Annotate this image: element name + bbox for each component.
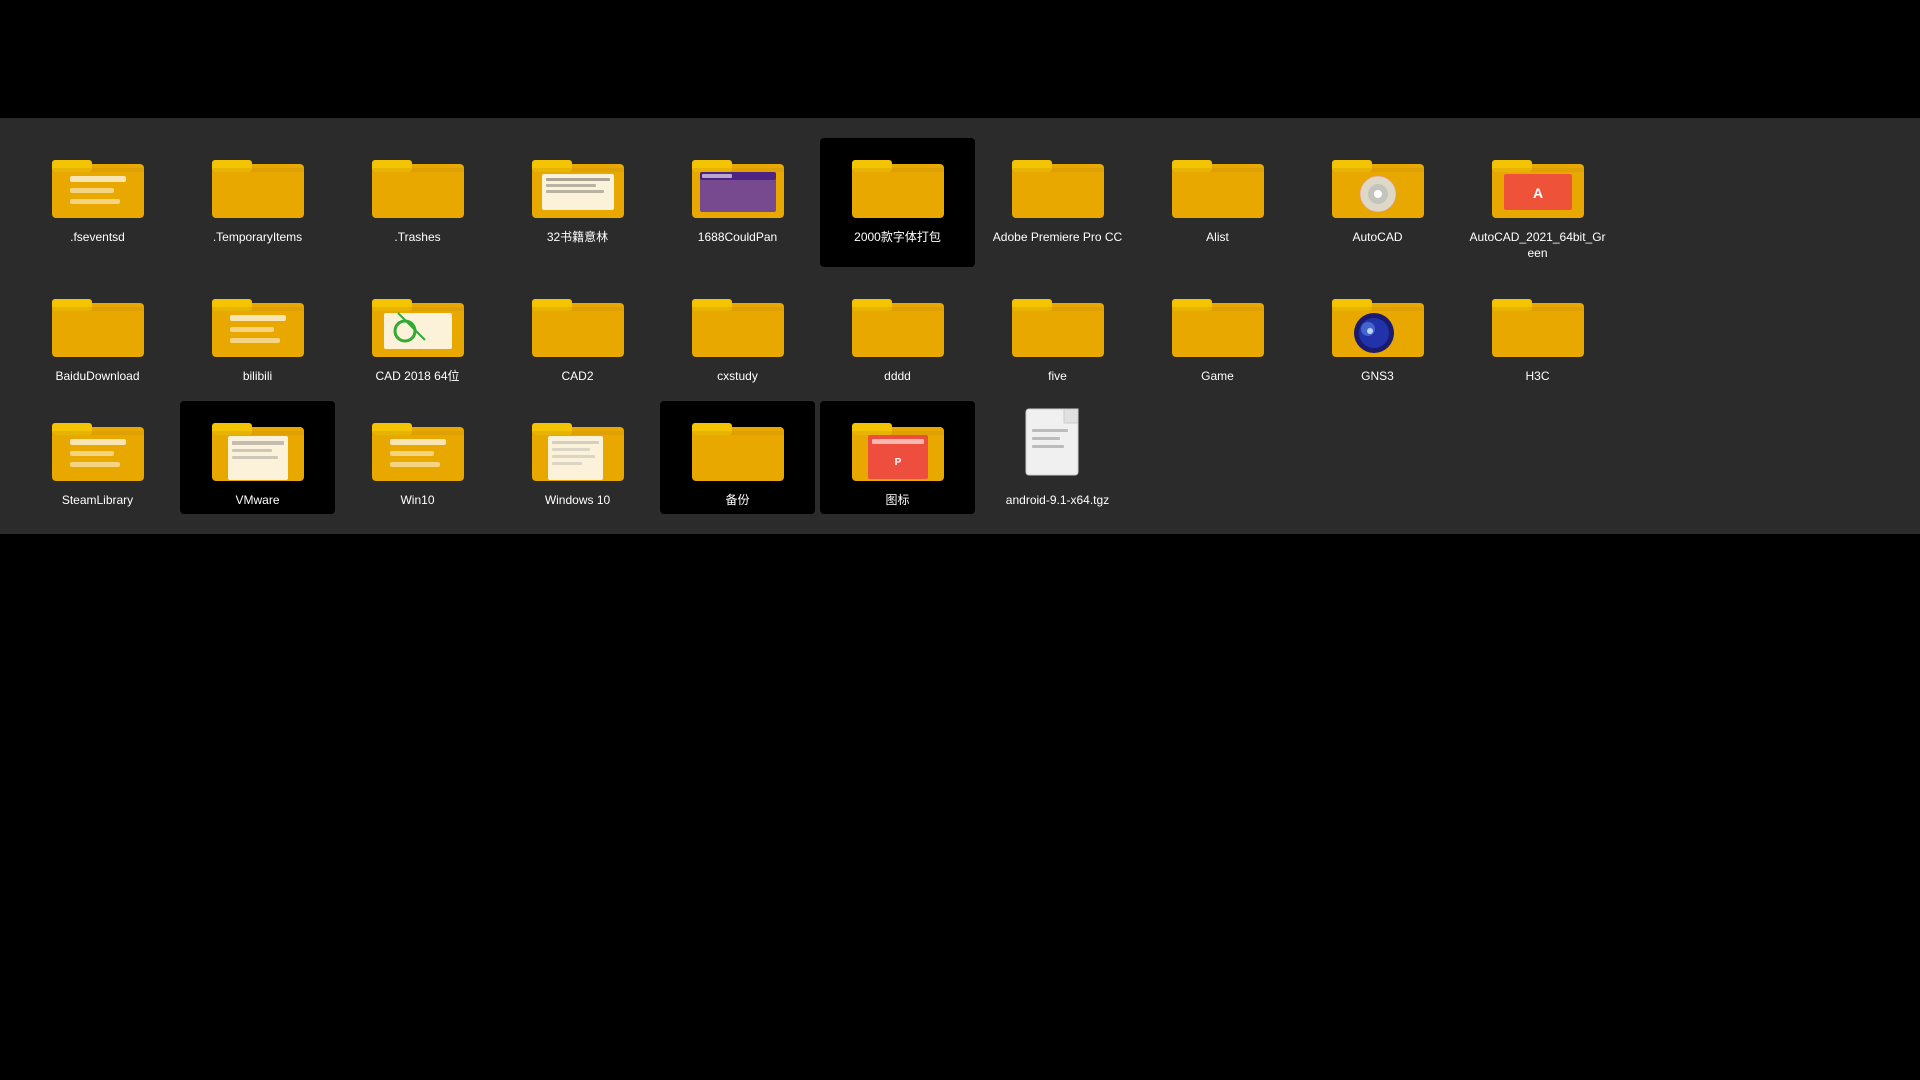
file-item-fseventsd[interactable]: .fseventsd (20, 138, 175, 267)
file-item-five[interactable]: five (980, 277, 1135, 391)
item-label-five: five (1048, 369, 1067, 385)
svg-text:P: P (894, 457, 901, 468)
svg-text:A: A (1532, 185, 1542, 201)
folder-icon-icons: P (848, 407, 948, 487)
folder-icon-bilibili (208, 283, 308, 363)
file-grid: .fseventsd .TemporaryItems .Trashes 32书籍… (10, 138, 1910, 514)
folder-icon-temporaryitems (208, 144, 308, 224)
file-item-vmware[interactable]: VMware (180, 401, 335, 515)
file-item-icons[interactable]: P 图标 (820, 401, 975, 515)
file-item-bilibili[interactable]: bilibili (180, 277, 335, 391)
item-label-h3c: H3C (1525, 369, 1549, 385)
folder-icon-trashes (368, 144, 468, 224)
file-item-32books[interactable]: 32书籍意林 (500, 138, 655, 267)
folder-icon-win10 (368, 407, 468, 487)
item-label-vmware: VMware (235, 493, 279, 509)
item-label-temporaryitems: .TemporaryItems (213, 230, 302, 246)
item-label-windows10: Windows 10 (545, 493, 610, 509)
folder-icon-cad2018 (368, 283, 468, 363)
item-label-game: Game (1201, 369, 1234, 385)
bottom-bar (0, 534, 1920, 804)
folder-icon-alist (1168, 144, 1268, 224)
folder-icon-dddd (848, 283, 948, 363)
file-item-temporaryitems[interactable]: .TemporaryItems (180, 138, 335, 267)
item-label-1688CouldPan: 1688CouldPan (698, 230, 777, 246)
file-item-game[interactable]: Game (1140, 277, 1295, 391)
folder-icon-h3c (1488, 283, 1588, 363)
item-label-cxstudy: cxstudy (717, 369, 758, 385)
file-item-autocad2021[interactable]: A AutoCAD_2021_64bit_Green (1460, 138, 1615, 267)
folder-icon-adobepr (1008, 144, 1108, 224)
item-label-2000fonts: 2000款字体打包 (854, 230, 941, 246)
item-label-autocad2021: AutoCAD_2021_64bit_Green (1468, 230, 1608, 261)
folder-icon-cxstudy (688, 283, 788, 363)
file-item-backup[interactable]: 备份 (660, 401, 815, 515)
item-label-steamlibrary: SteamLibrary (62, 493, 133, 509)
item-label-alist: Alist (1206, 230, 1229, 246)
folder-icon-autocad (1328, 144, 1428, 224)
item-label-adobepr: Adobe Premiere Pro CC (993, 230, 1122, 246)
file-area: .fseventsd .TemporaryItems .Trashes 32书籍… (0, 118, 1920, 534)
file-item-alist[interactable]: Alist (1140, 138, 1295, 267)
item-label-gns3: GNS3 (1361, 369, 1394, 385)
file-item-windows10[interactable]: Windows 10 (500, 401, 655, 515)
item-label-dddd: dddd (884, 369, 911, 385)
item-label-cad2: CAD2 (561, 369, 593, 385)
folder-icon-baidudownload (48, 283, 148, 363)
file-item-dddd[interactable]: dddd (820, 277, 975, 391)
file-item-trashes[interactable]: .Trashes (340, 138, 495, 267)
item-label-android: android-9.1-x64.tgz (1006, 493, 1109, 509)
folder-icon-windows10 (528, 407, 628, 487)
file-item-h3c[interactable]: H3C (1460, 277, 1615, 391)
item-label-trashes: .Trashes (394, 230, 440, 246)
folder-icon-game (1168, 283, 1268, 363)
file-item-cxstudy[interactable]: cxstudy (660, 277, 815, 391)
folder-icon-vmware (208, 407, 308, 487)
file-item-cad2[interactable]: CAD2 (500, 277, 655, 391)
item-label-win10: Win10 (400, 493, 434, 509)
item-label-fseventsd: .fseventsd (70, 230, 125, 246)
item-label-bilibili: bilibili (243, 369, 272, 385)
item-label-icons: 图标 (885, 493, 909, 509)
top-bar (0, 0, 1920, 118)
folder-icon-32books (528, 144, 628, 224)
folder-icon-cad2 (528, 283, 628, 363)
file-item-1688CouldPan[interactable]: 1688CouldPan (660, 138, 815, 267)
file-item-cad2018[interactable]: CAD 2018 64位 (340, 277, 495, 391)
file-item-baidudownload[interactable]: BaiduDownload (20, 277, 175, 391)
item-label-backup: 备份 (725, 493, 749, 509)
file-item-android[interactable]: android-9.1-x64.tgz (980, 401, 1135, 515)
file-item-adobepr[interactable]: Adobe Premiere Pro CC (980, 138, 1135, 267)
file-item-steamlibrary[interactable]: SteamLibrary (20, 401, 175, 515)
folder-icon-five (1008, 283, 1108, 363)
folder-icon-2000fonts (848, 144, 948, 224)
folder-icon-steamlibrary (48, 407, 148, 487)
item-label-autocad: AutoCAD (1352, 230, 1402, 246)
file-item-win10[interactable]: Win10 (340, 401, 495, 515)
item-label-32books: 32书籍意林 (547, 230, 608, 246)
file-icon-android (1018, 407, 1098, 487)
folder-icon-gns3 (1328, 283, 1428, 363)
item-label-baidudownload: BaiduDownload (55, 369, 139, 385)
file-item-gns3[interactable]: GNS3 (1300, 277, 1455, 391)
folder-icon-autocad2021: A (1488, 144, 1588, 224)
folder-icon-1688CouldPan (688, 144, 788, 224)
file-item-autocad[interactable]: AutoCAD (1300, 138, 1455, 267)
folder-icon-fseventsd (48, 144, 148, 224)
folder-icon-backup (688, 407, 788, 487)
item-label-cad2018: CAD 2018 64位 (375, 369, 459, 385)
file-item-2000fonts[interactable]: 2000款字体打包 (820, 138, 975, 267)
